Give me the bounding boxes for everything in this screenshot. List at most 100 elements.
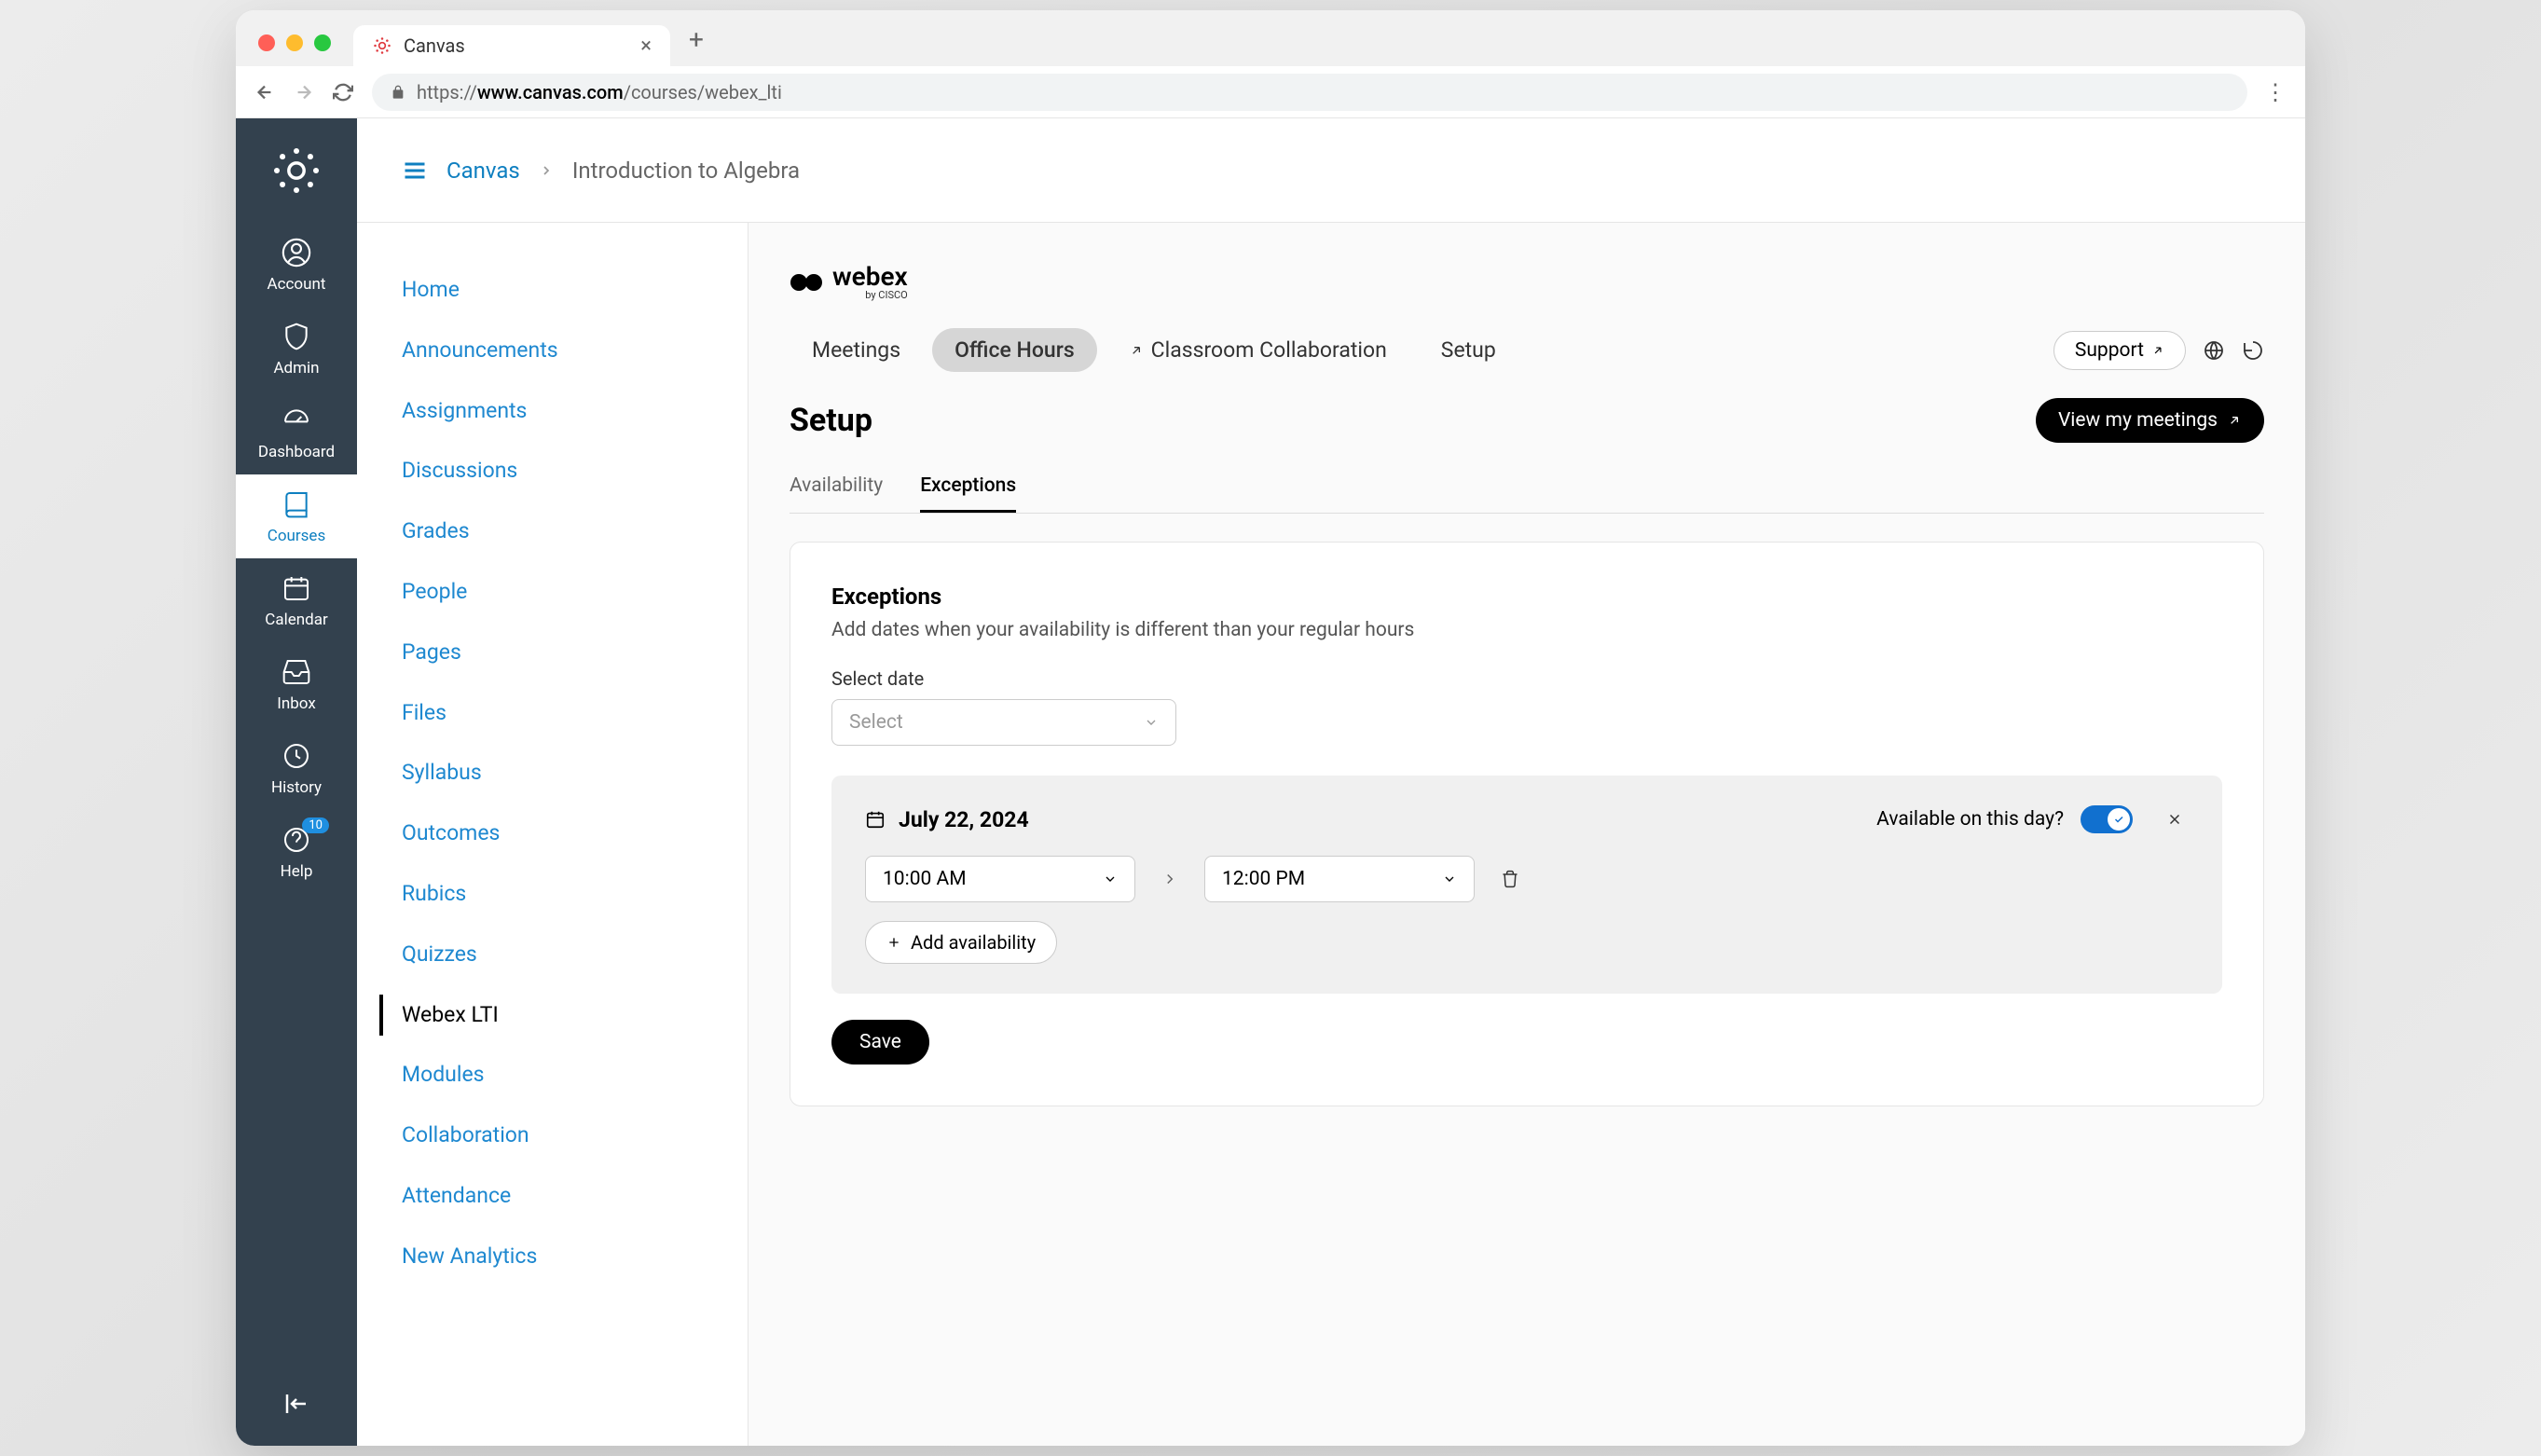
cnav-new-analytics[interactable]: New Analytics xyxy=(357,1227,748,1287)
save-button[interactable]: Save xyxy=(831,1020,929,1065)
tab-classroom-collaboration[interactable]: Classroom Collaboration xyxy=(1106,328,1409,372)
cnav-grades[interactable]: Grades xyxy=(357,501,748,562)
chevron-down-icon xyxy=(1144,715,1159,730)
refresh-icon[interactable] xyxy=(2242,339,2264,362)
cnav-collaboration[interactable]: Collaboration xyxy=(357,1106,748,1166)
cnav-assignments[interactable]: Assignments xyxy=(357,381,748,442)
gnav-history[interactable]: History xyxy=(236,726,357,810)
available-toggle-group: Available on this day? xyxy=(1876,805,2133,833)
support-button[interactable]: Support xyxy=(2053,331,2186,370)
sub-tabs: Availability Exceptions xyxy=(790,465,2264,514)
end-time-select[interactable]: 12:00 PM xyxy=(1204,856,1475,902)
cnav-quizzes[interactable]: Quizzes xyxy=(357,925,748,985)
browser-window: Canvas × + https://www.canvas.com/course… xyxy=(236,10,2305,1446)
tab-meetings[interactable]: Meetings xyxy=(790,328,923,372)
traffic-lights xyxy=(251,34,346,66)
webex-logo-icon xyxy=(790,271,823,294)
select-date-label: Select date xyxy=(831,667,2222,690)
cnav-attendance[interactable]: Attendance xyxy=(357,1166,748,1227)
back-button[interactable] xyxy=(254,82,277,103)
arrow-right-icon xyxy=(1161,871,1178,887)
tab-close-icon[interactable]: × xyxy=(640,34,652,58)
tab-setup[interactable]: Setup xyxy=(1419,328,1518,372)
lock-icon xyxy=(391,85,405,100)
gnav-admin[interactable]: Admin xyxy=(236,307,357,391)
minimize-window-button[interactable] xyxy=(286,34,303,51)
gnav-account[interactable]: Account xyxy=(236,223,357,307)
cnav-pages[interactable]: Pages xyxy=(357,623,748,683)
breadcrumb-root[interactable]: Canvas xyxy=(446,158,520,184)
canvas-logo-icon[interactable] xyxy=(270,144,323,197)
gnav-inbox[interactable]: Inbox xyxy=(236,642,357,726)
tab-strip: Canvas × + xyxy=(236,10,2305,66)
cnav-files[interactable]: Files xyxy=(357,683,748,744)
subtab-availability[interactable]: Availability xyxy=(790,465,883,513)
cnav-webex-lti[interactable]: Webex LTI xyxy=(357,985,748,1046)
time-row: 10:00 AM 12:00 PM xyxy=(865,856,2189,902)
tab-title: Canvas xyxy=(404,34,629,57)
cnav-outcomes[interactable]: Outcomes xyxy=(357,804,748,864)
section-header: Setup View my meetings xyxy=(790,398,2264,443)
available-toggle[interactable] xyxy=(2081,805,2133,833)
gnav-courses[interactable]: Courses xyxy=(236,474,357,558)
webex-logo: webex by CISCO xyxy=(790,264,2264,300)
exception-header: July 22, 2024 Available on this day? xyxy=(865,805,2189,833)
content-area: Canvas Introduction to Algebra Home Anno… xyxy=(357,118,2305,1446)
url-text: https://www.canvas.com/courses/webex_lti xyxy=(417,81,782,103)
shield-icon xyxy=(280,320,313,353)
page-title: Setup xyxy=(790,402,872,439)
view-meetings-button[interactable]: View my meetings xyxy=(2036,398,2264,443)
start-time-select[interactable]: 10:00 AM xyxy=(865,856,1135,902)
browser-menu-button[interactable]: ⋮ xyxy=(2264,79,2287,105)
close-exception-icon[interactable] xyxy=(2161,811,2189,828)
forward-button[interactable] xyxy=(294,82,316,103)
inner-body: Home Announcements Assignments Discussio… xyxy=(357,223,2305,1446)
select-date-dropdown[interactable]: Select xyxy=(831,699,1176,746)
dashboard-icon xyxy=(280,404,313,437)
card-title: Exceptions xyxy=(831,584,2222,610)
maximize-window-button[interactable] xyxy=(314,34,331,51)
global-nav: Account Admin Dashboard Courses Calendar… xyxy=(236,118,357,1446)
breadcrumb: Canvas Introduction to Algebra xyxy=(357,118,2305,223)
browser-tab[interactable]: Canvas × xyxy=(353,25,670,66)
new-tab-button[interactable]: + xyxy=(678,24,715,66)
globe-icon[interactable] xyxy=(2203,339,2225,362)
cnav-home[interactable]: Home xyxy=(357,260,748,321)
calendar-icon xyxy=(280,571,313,605)
exceptions-card: Exceptions Add dates when your availabil… xyxy=(790,542,2264,1106)
collapse-nav-button[interactable] xyxy=(282,1362,310,1446)
trash-icon[interactable] xyxy=(1501,870,1519,888)
course-nav: Home Announcements Assignments Discussio… xyxy=(357,223,749,1446)
browser-chrome: Canvas × + https://www.canvas.com/course… xyxy=(236,10,2305,118)
gnav-calendar[interactable]: Calendar xyxy=(236,558,357,642)
plus-icon xyxy=(886,935,901,950)
cnav-rubics[interactable]: Rubics xyxy=(357,864,748,925)
history-icon xyxy=(280,739,313,773)
gnav-dashboard[interactable]: Dashboard xyxy=(236,391,357,474)
top-tabs: Meetings Office Hours Classroom Collabor… xyxy=(790,328,1518,372)
add-availability-button[interactable]: Add availability xyxy=(865,921,1057,964)
cnav-announcements[interactable]: Announcements xyxy=(357,321,748,381)
exception-date: July 22, 2024 xyxy=(865,807,1848,832)
external-link-icon xyxy=(2151,344,2164,357)
cnav-people[interactable]: People xyxy=(357,562,748,623)
external-link-icon xyxy=(2227,413,2242,428)
reload-button[interactable] xyxy=(333,82,355,103)
tab-office-hours[interactable]: Office Hours xyxy=(932,328,1097,372)
gnav-help[interactable]: 10 Help xyxy=(236,810,357,894)
toggle-knob xyxy=(2108,808,2130,831)
chevron-right-icon xyxy=(539,163,554,178)
card-description: Add dates when your availability is diff… xyxy=(831,619,2222,641)
subtab-exceptions[interactable]: Exceptions xyxy=(920,465,1016,513)
main-panel: webex by CISCO Meetings Office Hours Cla… xyxy=(749,223,2305,1446)
top-tabs-row: Meetings Office Hours Classroom Collabor… xyxy=(790,328,2264,372)
close-window-button[interactable] xyxy=(258,34,275,51)
courses-icon xyxy=(280,488,313,521)
cnav-discussions[interactable]: Discussions xyxy=(357,441,748,501)
url-bar[interactable]: https://www.canvas.com/courses/webex_lti xyxy=(372,74,2247,111)
exception-block: July 22, 2024 Available on this day? xyxy=(831,776,2222,994)
cnav-modules[interactable]: Modules xyxy=(357,1045,748,1106)
hamburger-icon[interactable] xyxy=(402,158,428,184)
cnav-syllabus[interactable]: Syllabus xyxy=(357,743,748,804)
calendar-icon xyxy=(865,809,886,830)
